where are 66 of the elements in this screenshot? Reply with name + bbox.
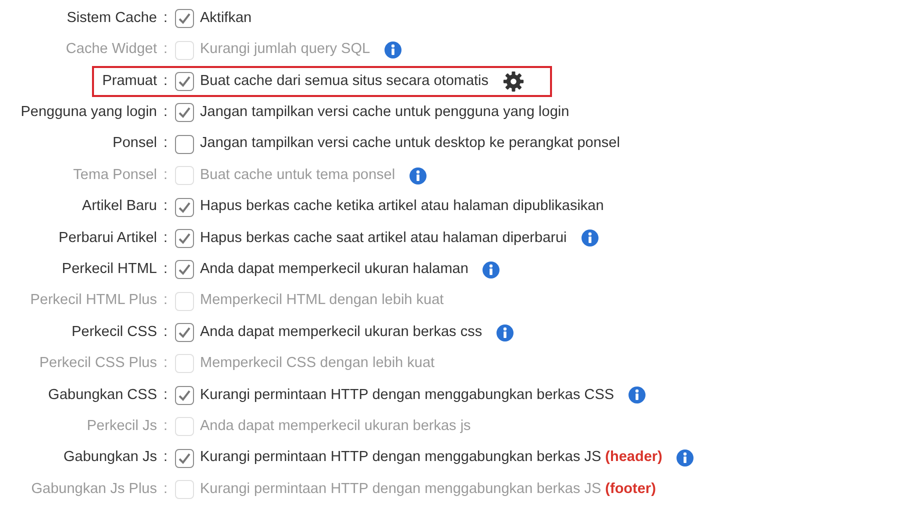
- checkbox[interactable]: [175, 260, 194, 280]
- setting-label: Perkecil CSS Plus: [39, 355, 157, 372]
- setting-label: Gabungkan CSS: [48, 386, 157, 402]
- checkbox[interactable]: [175, 323, 194, 342]
- setting-description: Kurangi permintaan HTTP dengan menggabungkan berkas CSS: [200, 386, 614, 404]
- colon-separator: :: [162, 102, 169, 122]
- setting-description: Memperkecil CSS dengan lebih kuat: [200, 354, 435, 374]
- setting-description: Jangan tampilkan versi cache untuk pengguna yang login: [200, 102, 570, 122]
- setting-label: Perbarui Artikel: [58, 230, 157, 246]
- info-icon[interactable]: [496, 324, 514, 342]
- checkbox[interactable]: [175, 9, 194, 28]
- setting-label: Artikel Baru: [82, 198, 157, 214]
- checkbox[interactable]: [175, 134, 194, 154]
- setting-description: Kurangi permintaan HTTP dengan menggabungkan berkas JS: [200, 480, 602, 499]
- checkbox[interactable]: [175, 448, 194, 468]
- setting-label: Pramuat: [102, 72, 157, 89]
- info-icon[interactable]: [676, 449, 694, 468]
- setting-label: Gabungkan Js Plus: [31, 480, 157, 497]
- setting-label: Gabungkan Js: [63, 449, 157, 466]
- colon-separator: :: [162, 354, 169, 374]
- colon-separator: :: [162, 448, 169, 468]
- colon-separator: :: [162, 260, 169, 279]
- colon-separator: :: [162, 480, 169, 499]
- setting-description: Anda dapat memperkecil ukuran halaman: [200, 260, 468, 279]
- setting-description: Kurangi permintaan HTTP dengan menggabungkan berkas JS: [200, 448, 602, 468]
- colon-separator: :: [162, 386, 169, 404]
- checkbox[interactable]: [175, 386, 194, 405]
- setting-label: Perkecil CSS: [72, 324, 157, 340]
- setting-label: Pengguna yang login: [20, 104, 157, 120]
- colon-separator: :: [162, 166, 169, 185]
- colon-separator: :: [162, 291, 169, 310]
- colon-separator: :: [162, 322, 169, 342]
- setting-label: Ponsel: [112, 135, 157, 152]
- setting-label: Perkecil HTML Plus: [30, 292, 157, 308]
- setting-description: Anda dapat memperkecil ukuran berkas js: [200, 416, 471, 436]
- setting-description: Anda dapat memperkecil ukuran berkas css: [200, 322, 482, 342]
- setting-description: Buat cache dari semua situs secara otomatis: [200, 72, 489, 91]
- info-icon[interactable]: [628, 386, 646, 404]
- colon-separator: :: [162, 8, 169, 28]
- colon-separator: :: [162, 134, 169, 154]
- setting-description: Aktifkan: [200, 8, 252, 28]
- setting-description: Jangan tampilkan versi cache untuk desktop ke perangkat ponsel: [200, 134, 620, 154]
- setting-description: Hapus berkas cache saat artikel atau halaman diperbarui: [200, 228, 567, 248]
- info-icon[interactable]: [482, 260, 500, 279]
- setting-label: Tema Ponsel: [73, 166, 157, 183]
- setting-description: Hapus berkas cache ketika artikel atau halaman dipublikasikan: [200, 197, 604, 216]
- colon-separator: :: [162, 228, 169, 248]
- scope-tag: (header): [605, 447, 662, 470]
- setting-description: Kurangi jumlah query SQL: [200, 40, 370, 60]
- settings-icon[interactable]: [502, 70, 524, 92]
- colon-separator: :: [162, 416, 169, 436]
- checkbox[interactable]: [175, 228, 194, 248]
- setting-description: Memperkecil HTML dengan lebih kuat: [200, 291, 444, 310]
- colon-separator: :: [162, 197, 169, 216]
- setting-label: Perkecil HTML: [62, 260, 157, 277]
- setting-description: Buat cache untuk tema ponsel: [200, 166, 396, 185]
- colon-separator: :: [162, 72, 169, 91]
- setting-label: Perkecil Js: [86, 418, 157, 434]
- checkbox[interactable]: [175, 72, 194, 91]
- checkbox[interactable]: [175, 103, 194, 122]
- info-icon[interactable]: [580, 229, 599, 248]
- setting-label: Cache Widget: [66, 41, 157, 58]
- setting-label: Sistem Cache: [66, 10, 157, 26]
- colon-separator: :: [162, 40, 169, 60]
- checkbox[interactable]: [175, 198, 194, 217]
- scope-tag: (footer): [605, 478, 656, 500]
